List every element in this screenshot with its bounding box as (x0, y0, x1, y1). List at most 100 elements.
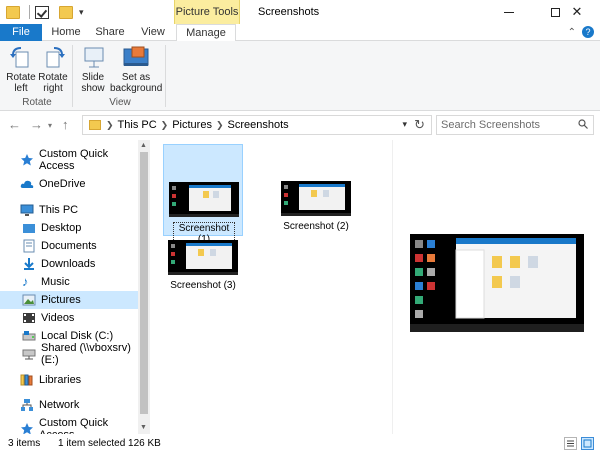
nav-item-label: Music (41, 276, 70, 288)
rotate-left-icon (5, 45, 37, 69)
preview-image (410, 234, 584, 332)
libraries-icon (20, 373, 34, 387)
search-input[interactable] (441, 118, 571, 132)
pictures-folder-icon (22, 293, 36, 307)
nav-item-label: Pictures (41, 294, 81, 306)
rotate-left-button[interactable]: Rotate left (4, 45, 38, 94)
cloud-icon (20, 177, 34, 191)
breadcrumb-pictures[interactable]: Pictures (172, 119, 212, 131)
breadcrumb-screenshots[interactable]: Screenshots (228, 119, 289, 131)
breadcrumb-separator-icon[interactable]: ❯ (161, 120, 169, 131)
search-icon (578, 119, 588, 129)
address-bar-row: ← → ▾ ↑ ❯ This PC ❯ Pictures ❯ Screensho… (0, 112, 600, 138)
view-group-label: View (109, 97, 131, 108)
nav-item-this-pc[interactable]: This PC (0, 201, 138, 219)
refresh-icon[interactable]: ↻ (414, 117, 425, 133)
breadcrumb-this-pc[interactable]: This PC (118, 119, 157, 131)
tab-view[interactable]: View (133, 24, 173, 41)
file-thumbnail (168, 240, 238, 275)
tab-share[interactable]: Share (90, 24, 130, 41)
ribbon-tab-bar: File Home Share View Manage ⌃ ? (0, 24, 600, 42)
slide-show-button[interactable]: Slide show (78, 45, 108, 94)
minimize-icon (504, 11, 514, 13)
chevron-down-icon[interactable]: ▾ (402, 119, 407, 130)
nav-item-label: Downloads (41, 258, 96, 270)
large-icons-view-button[interactable] (581, 437, 594, 450)
scrollbar-thumb[interactable] (140, 152, 148, 414)
nav-item-label: Libraries (39, 374, 82, 386)
selection-info: 1 item selected 126 KB (58, 438, 161, 449)
nav-item-shared-drive[interactable]: Shared (\\vboxsrv) (E:) (0, 342, 138, 366)
nav-item-downloads[interactable]: Downloads (0, 255, 138, 273)
nav-item-network[interactable]: Network (0, 396, 138, 414)
chevron-up-icon[interactable]: ⌃ (568, 27, 576, 38)
window-title: Screenshots (258, 6, 320, 18)
folder-icon (6, 5, 20, 19)
chevron-down-icon[interactable]: ▾ (79, 7, 84, 18)
up-icon[interactable]: ↑ (62, 117, 69, 132)
nav-item-custom-quick-access[interactable]: Custom Quick Access (0, 148, 138, 172)
star-icon (20, 153, 34, 167)
nav-item-videos[interactable]: Videos (0, 309, 138, 327)
navigation-pane: Custom Quick Access OneDrive This PC Des… (0, 140, 150, 434)
divider (72, 45, 73, 107)
nav-item-onedrive[interactable]: OneDrive (0, 175, 138, 193)
tab-manage[interactable]: Manage (176, 24, 236, 42)
tab-home[interactable]: Home (46, 24, 86, 41)
item-count: 3 items (8, 438, 41, 449)
nav-item-libraries[interactable]: Libraries (0, 371, 138, 389)
search-box[interactable] (436, 115, 594, 135)
title-bar: ▾ Picture Tools Screenshots ✕ (0, 0, 600, 24)
rotate-left-label: Rotate left (6, 72, 36, 94)
recent-locations-icon[interactable]: ▾ (48, 121, 52, 130)
nav-item-desktop[interactable]: Desktop (0, 219, 138, 237)
nav-item-label: Network (39, 399, 80, 411)
nav-item-label: Custom Quick Access (39, 417, 109, 434)
tab-file[interactable]: File (0, 24, 42, 41)
back-icon[interactable]: ← (8, 117, 21, 132)
navigation-scrollbar[interactable]: ▲ ▼ (138, 140, 150, 434)
nav-item-custom-quick-access[interactable]: Custom Quick Access (0, 417, 138, 434)
new-folder-icon[interactable] (59, 5, 73, 19)
nav-item-label: Documents (41, 240, 97, 252)
scroll-down-icon[interactable]: ▼ (140, 424, 147, 431)
file-item[interactable]: Screenshot (2) (276, 144, 356, 236)
address-bar[interactable]: ❯ This PC ❯ Pictures ❯ Screenshots ▾ ↻ (82, 115, 432, 135)
divider (165, 45, 166, 107)
set-as-background-button[interactable]: Set as background (110, 45, 162, 94)
properties-icon[interactable] (35, 5, 49, 19)
file-item[interactable]: Screenshot (3) (163, 203, 243, 295)
music-icon: ♪ (22, 274, 29, 289)
drive-icon (22, 329, 36, 343)
documents-folder-icon (22, 239, 36, 253)
picture-tools-context-tab: Picture Tools (174, 0, 240, 24)
nav-item-documents[interactable]: Documents (0, 237, 138, 255)
file-name: Screenshot (3) (170, 280, 236, 291)
nav-item-label: OneDrive (39, 178, 86, 190)
slide-show-label: Slide show (81, 72, 105, 94)
help-icon[interactable]: ? (582, 26, 594, 38)
file-list: Screenshot (1) Screenshot (2) (150, 140, 390, 434)
star-icon (20, 422, 34, 434)
nav-item-label: Custom Quick Access (39, 148, 109, 172)
ribbon-controls: ⌃ ? (568, 26, 594, 38)
desktop-folder-icon (22, 221, 36, 235)
scroll-up-icon[interactable]: ▲ (140, 142, 147, 149)
nav-item-label: Videos (41, 312, 75, 324)
nav-item-label: Local Disk (C:) (41, 330, 114, 342)
minimize-button[interactable] (486, 0, 532, 24)
nav-item-pictures[interactable]: Pictures (0, 291, 138, 309)
preview-pane (392, 140, 600, 434)
videos-folder-icon (22, 311, 36, 325)
rotate-right-button[interactable]: Rotate right (38, 45, 68, 94)
details-view-icon (567, 440, 574, 447)
nav-item-music[interactable]: ♪ Music (0, 273, 138, 291)
large-icons-view-icon (583, 439, 592, 448)
forward-icon[interactable]: → (30, 117, 43, 132)
close-button[interactable]: ✕ (554, 0, 600, 24)
details-view-button[interactable] (564, 437, 577, 450)
file-name: Screenshot (2) (283, 221, 349, 232)
breadcrumb-separator-icon[interactable]: ❯ (106, 120, 114, 131)
ribbon: Rotate left Rotate right Rotate Slide sh… (0, 41, 600, 111)
breadcrumb-separator-icon[interactable]: ❯ (216, 120, 224, 131)
